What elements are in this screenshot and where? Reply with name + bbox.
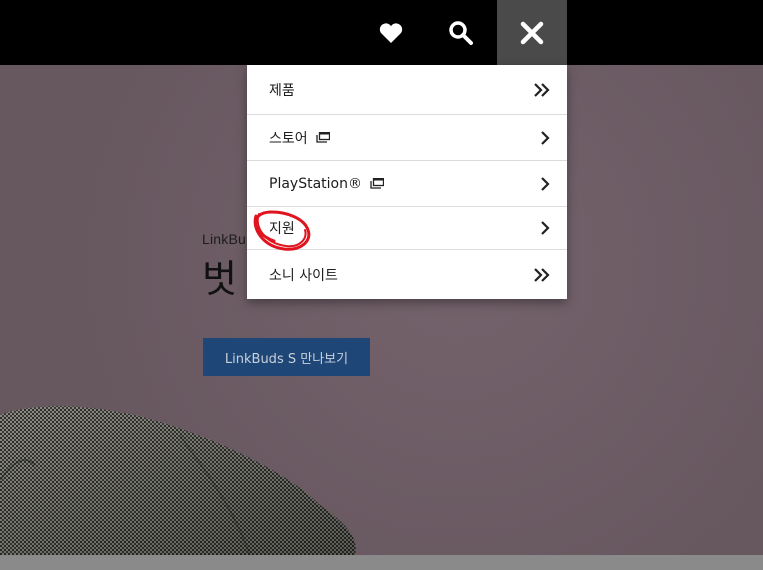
hero-title: 벗 — [202, 257, 237, 301]
chevron-right-icon — [541, 130, 550, 145]
linkbuds-cta-button[interactable]: LinkBuds S 만나보기 — [203, 338, 370, 376]
menu-item-playstation[interactable]: PlayStation® — [247, 161, 567, 207]
bottom-strip — [0, 555, 763, 570]
red-annotation-circle — [253, 210, 311, 251]
chevron-right-icon — [541, 176, 550, 191]
double-chevron-right-icon — [534, 267, 550, 282]
double-chevron-right-icon — [534, 82, 550, 97]
top-nav-bar — [0, 0, 763, 65]
chevron-right-icon — [541, 221, 550, 235]
menu-item-products[interactable]: 제품 — [247, 65, 567, 115]
search-button[interactable] — [426, 0, 496, 65]
menu-item-label: 스토어 — [269, 130, 308, 147]
menu-item-sony-sites[interactable]: 소니 사이트 — [247, 250, 567, 299]
nav-dropdown-menu: 제품 스토어 PlayStation® 지원 소니 사이트 — [247, 65, 567, 299]
heart-icon — [379, 22, 403, 43]
hero-eyebrow: LinkBu — [202, 231, 247, 247]
wishlist-button[interactable] — [356, 0, 426, 65]
external-window-icon — [370, 178, 384, 189]
menu-item-label: PlayStation® — [269, 175, 362, 192]
search-icon — [449, 20, 473, 45]
menu-item-store[interactable]: 스토어 — [247, 115, 567, 161]
menu-item-label: 제품 — [269, 82, 295, 99]
external-window-icon — [315, 132, 330, 143]
close-menu-button[interactable] — [497, 0, 567, 65]
menu-item-label-wrap: PlayStation® — [269, 176, 384, 192]
fabric-image — [0, 406, 356, 555]
close-icon — [520, 21, 544, 44]
menu-item-label-wrap: 스토어 — [269, 128, 330, 148]
menu-item-label: 소니 사이트 — [269, 267, 338, 284]
